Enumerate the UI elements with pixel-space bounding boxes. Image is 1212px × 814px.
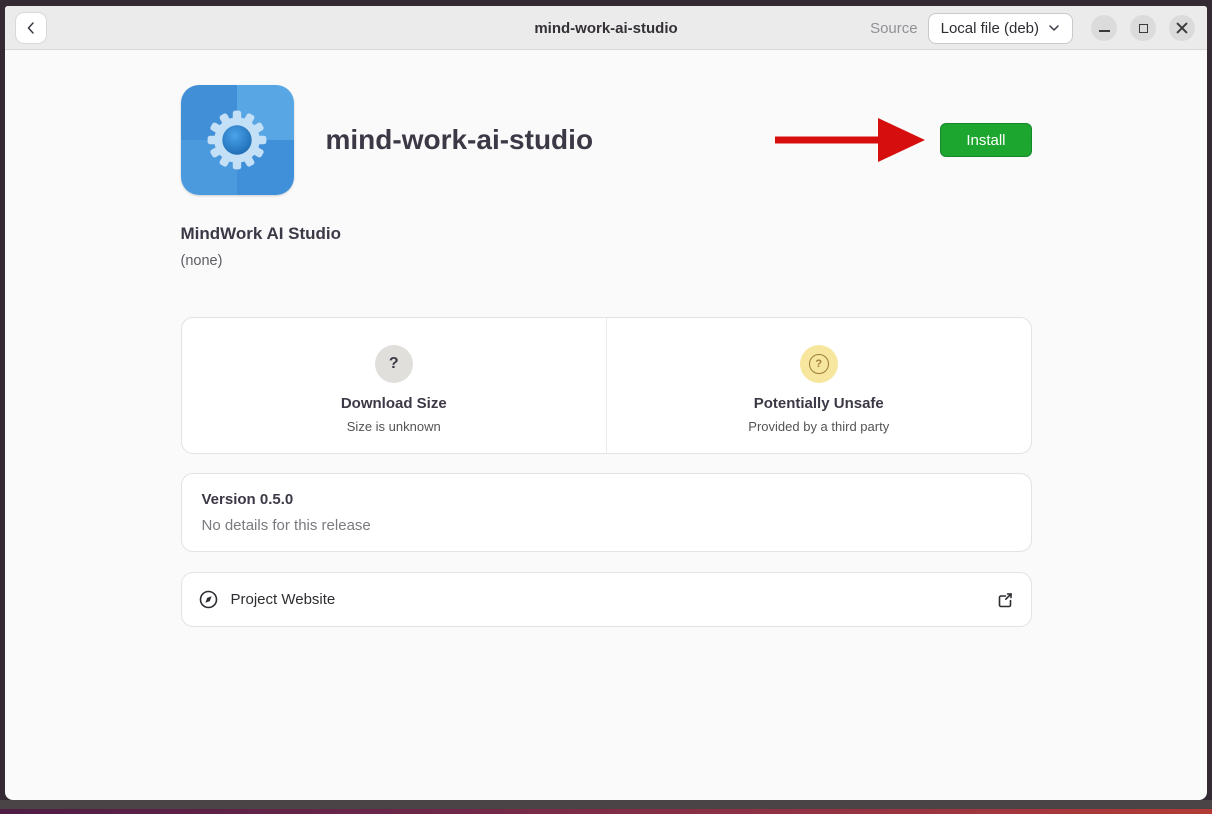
tile-title: Download Size: [341, 395, 447, 412]
source-dropdown-value: Local file (deb): [941, 20, 1039, 37]
annotation-arrow-icon: [775, 118, 925, 162]
header-right-controls: Source Local file (deb): [870, 6, 1195, 50]
app-display-name: MindWork AI Studio: [181, 224, 1032, 244]
gear-icon: [195, 98, 279, 182]
version-card: Version 0.5.0 No details for this releas…: [181, 473, 1032, 552]
desktop-wallpaper: [0, 809, 1212, 814]
compass-icon: [199, 590, 218, 609]
install-button[interactable]: Install: [940, 123, 1031, 157]
source-dropdown[interactable]: Local file (deb): [928, 13, 1073, 44]
minimize-button[interactable]: [1091, 15, 1117, 41]
desktop-shadow: [0, 800, 1212, 809]
source-label: Source: [870, 20, 918, 37]
minimize-icon: [1099, 30, 1110, 32]
tile-caption: Provided by a third party: [748, 419, 889, 434]
maximize-icon: [1139, 24, 1148, 33]
project-website-row[interactable]: Project Website: [181, 572, 1032, 627]
circled-question-icon: ?: [800, 345, 838, 383]
version-subtitle: No details for this release: [202, 517, 1011, 534]
close-button[interactable]: [1169, 15, 1195, 41]
chevron-down-icon: [1048, 24, 1060, 32]
app-developer: (none): [181, 253, 1032, 269]
software-window: mind-work-ai-studio Source Local file (d…: [5, 6, 1207, 800]
question-icon: ?: [375, 345, 413, 383]
content-area: mind-work-ai-studio Install MindWork AI …: [5, 50, 1207, 800]
app-header: mind-work-ai-studio Install: [181, 85, 1032, 195]
back-button[interactable]: [15, 12, 47, 44]
window-buttons: [1091, 15, 1195, 41]
safety-tile[interactable]: ? Potentially Unsafe Provided by a third…: [606, 318, 1031, 453]
project-website-label: Project Website: [231, 591, 336, 608]
maximize-button[interactable]: [1130, 15, 1156, 41]
tile-title: Potentially Unsafe: [754, 395, 884, 412]
app-title: mind-work-ai-studio: [326, 124, 594, 156]
version-title: Version 0.5.0: [202, 491, 1011, 508]
tile-caption: Size is unknown: [347, 419, 441, 434]
download-size-tile[interactable]: ? Download Size Size is unknown: [182, 318, 607, 453]
context-tiles-card: ? Download Size Size is unknown ? Potent…: [181, 317, 1032, 454]
back-icon: [23, 20, 39, 36]
headerbar: mind-work-ai-studio Source Local file (d…: [5, 6, 1207, 50]
external-link-icon: [996, 591, 1014, 609]
app-icon: [181, 85, 294, 195]
install-area: Install: [775, 118, 1031, 162]
